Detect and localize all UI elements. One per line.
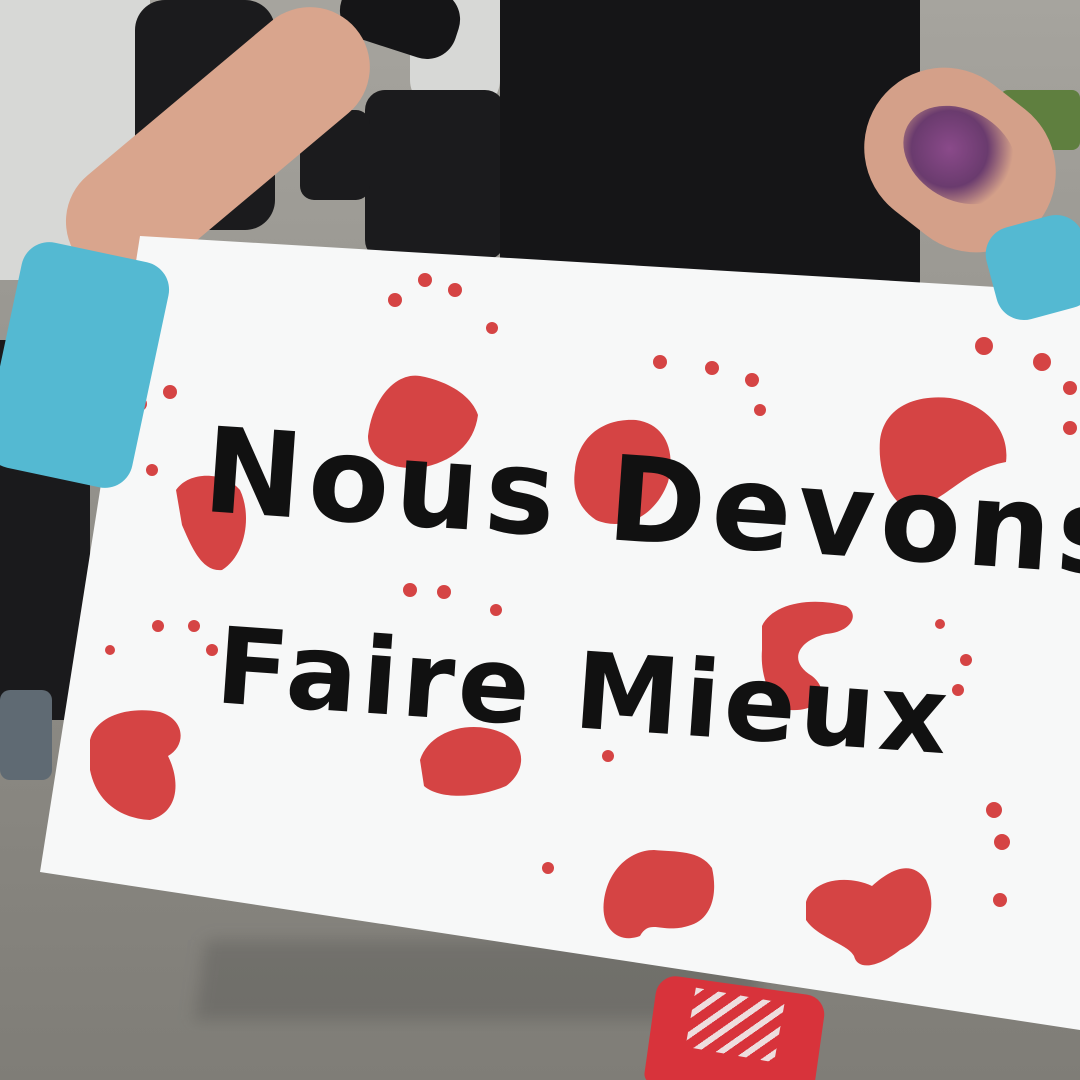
handprint-icon: [368, 273, 498, 469]
sign-line-2: Faire Mieux: [212, 604, 955, 778]
background-person-legs: [365, 90, 505, 260]
handprint-icon: [761, 601, 972, 711]
background-shoe: [0, 690, 52, 780]
blue-glove-left: [0, 236, 175, 494]
handprint-icon: [879, 337, 1077, 509]
protest-photo: Nous Devons Faire Mieux: [0, 0, 1080, 1080]
sign-line-1: Nous Devons: [199, 401, 1080, 604]
sign-holder-torso: [500, 0, 920, 320]
handprint-icon: [90, 620, 218, 820]
handprint-icon: [403, 583, 522, 796]
handprint-icon: [806, 802, 1010, 966]
sign-text-group: Nous Devons Faire Mieux: [199, 401, 1080, 778]
sign-board: [40, 236, 1080, 1030]
handprint-icon: [542, 750, 715, 939]
handprint-icon: [574, 355, 766, 524]
